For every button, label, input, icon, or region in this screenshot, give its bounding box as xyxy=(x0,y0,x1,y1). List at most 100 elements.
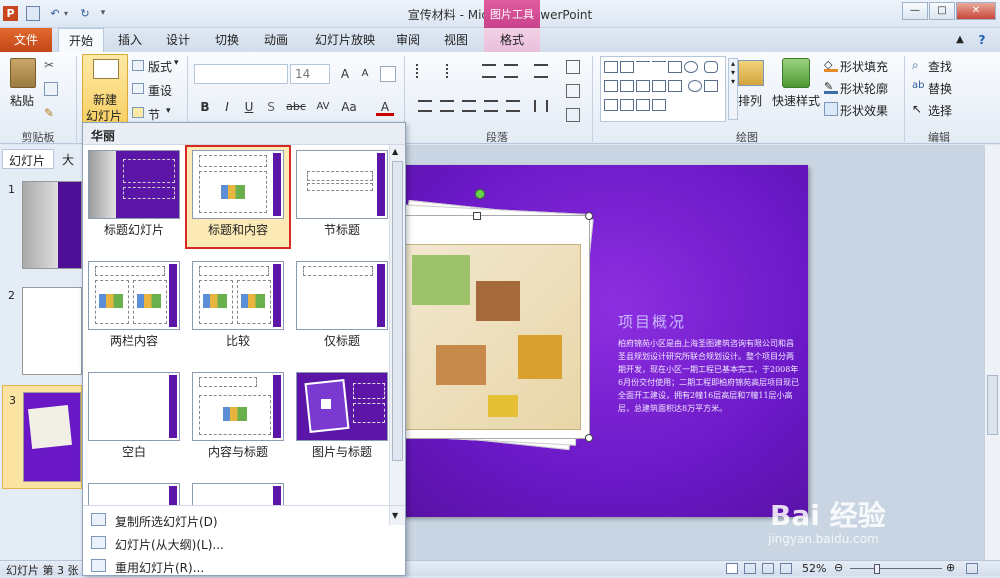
slide-body-text[interactable]: 柏府锦苑小区是由上海圣图建筑咨询有限公司和昌圣县规划设计研究所联合规划设计。整个… xyxy=(618,337,800,415)
reset-button[interactable]: 重设 xyxy=(148,82,172,99)
gallery-scroll-thumb[interactable] xyxy=(392,161,403,461)
fit-to-window-icon[interactable] xyxy=(966,563,978,574)
section-button[interactable]: 节 xyxy=(148,106,160,123)
layout-title-only-thumb[interactable] xyxy=(296,261,388,330)
oval-shape-icon[interactable] xyxy=(684,61,698,73)
find-button[interactable]: 查找 xyxy=(928,58,952,75)
slide-thumbnail-3-selected[interactable]: 3 xyxy=(2,385,82,489)
select-icon[interactable]: ↖ xyxy=(912,102,922,116)
tab-transitions[interactable]: 切换 xyxy=(207,28,247,52)
slides-from-outline-menu-item[interactable]: 幻灯片(从大纲)(L)... xyxy=(83,532,405,554)
tab-review[interactable]: 审阅 xyxy=(388,28,428,52)
rounded-rect-shape-icon[interactable] xyxy=(703,61,718,73)
shape-fill-button[interactable]: 形状填充 xyxy=(840,58,888,75)
font-name-select[interactable] xyxy=(194,64,288,84)
layout-title-slide-thumb[interactable] xyxy=(88,150,180,219)
cut-icon[interactable]: ✂ xyxy=(44,58,58,72)
tab-slideshow[interactable]: 幻灯片放映 xyxy=(305,28,385,52)
bullets-icon[interactable] xyxy=(416,64,430,78)
shape-outline-button[interactable]: 形状轮廓 xyxy=(840,80,888,97)
smartart-icon[interactable] xyxy=(566,108,580,122)
tab-view[interactable]: 视图 xyxy=(436,28,476,52)
vertical-scrollbar[interactable] xyxy=(984,145,1000,560)
minimize-button[interactable]: — xyxy=(902,2,928,20)
normal-view-icon[interactable] xyxy=(726,563,738,574)
curve-shape-icon[interactable] xyxy=(604,99,618,111)
triangle-shape-icon[interactable] xyxy=(604,80,618,92)
quick-styles-button[interactable]: 快速样式 xyxy=(772,92,820,109)
clear-format-icon[interactable] xyxy=(380,66,396,82)
section-dropdown-icon[interactable]: ▾ xyxy=(166,106,171,116)
layout-gallery-scrollbar[interactable]: ▲ ▼ xyxy=(389,145,405,525)
help-icon[interactable]: ? xyxy=(972,28,992,52)
zoom-slider[interactable] xyxy=(850,568,942,569)
scroll-thumb[interactable] xyxy=(987,375,998,435)
align-right-icon[interactable] xyxy=(462,100,476,112)
justify-icon[interactable] xyxy=(484,100,498,112)
elbow-connector-shape-icon[interactable] xyxy=(620,80,634,92)
slideshow-view-icon[interactable] xyxy=(780,563,792,574)
layout-partial-thumb[interactable] xyxy=(192,483,284,505)
change-case-button[interactable]: Aa xyxy=(338,98,360,116)
lightning-shape-icon[interactable] xyxy=(703,80,718,92)
rotate-handle[interactable] xyxy=(475,189,485,199)
slide-sorter-icon[interactable] xyxy=(744,563,756,574)
layout-blank-thumb[interactable] xyxy=(88,372,180,441)
align-center-icon[interactable] xyxy=(440,100,454,112)
brace-shape-icon[interactable] xyxy=(620,99,634,111)
grow-font-button[interactable]: A xyxy=(336,65,354,83)
underline-button[interactable]: U xyxy=(240,98,258,116)
slide-heading[interactable]: 项目概况 xyxy=(618,311,686,332)
copy-icon[interactable] xyxy=(44,82,58,96)
strikethrough-button[interactable]: abc xyxy=(284,98,308,116)
slide-thumbnail-1[interactable] xyxy=(22,181,82,269)
align-left-icon[interactable] xyxy=(418,100,432,112)
tab-file[interactable]: 文件 xyxy=(0,28,52,52)
shape-outline-icon[interactable]: ✎ xyxy=(824,80,838,94)
find-icon[interactable]: ⌕ xyxy=(912,58,919,73)
layout-two-content-thumb[interactable] xyxy=(88,261,180,330)
zoom-out-icon[interactable]: ⊖ xyxy=(834,561,843,574)
layout-partial-thumb[interactable] xyxy=(88,483,180,505)
replace-icon[interactable]: ab xyxy=(912,80,924,91)
shape-effects-button[interactable]: 形状效果 xyxy=(840,102,888,119)
arrow-down-shape-icon[interactable] xyxy=(668,80,682,92)
shapes-gallery[interactable] xyxy=(600,56,726,122)
zoom-slider-thumb[interactable] xyxy=(874,564,880,574)
tab-design[interactable]: 设计 xyxy=(158,28,198,52)
layout-title-content-thumb[interactable] xyxy=(192,150,284,219)
vertical-textbox-shape-icon[interactable] xyxy=(620,61,634,73)
shape-effects-icon[interactable] xyxy=(824,102,838,116)
floorplan-picture[interactable] xyxy=(397,212,593,442)
tab-format[interactable]: 格式 xyxy=(484,28,540,52)
char-spacing-button[interactable]: AV xyxy=(312,98,334,116)
shrink-font-button[interactable]: A xyxy=(356,65,374,83)
current-slide[interactable]: 项目概况 柏府锦苑小区是由上海圣图建筑咨询有限公司和昌圣县规划设计研究所联合规划… xyxy=(378,165,808,517)
tab-home[interactable]: 开始 xyxy=(58,28,104,53)
paste-icon[interactable] xyxy=(10,58,36,88)
collapse-ribbon-icon[interactable]: ▲ xyxy=(950,28,970,52)
curved-connector-shape-icon[interactable] xyxy=(636,80,650,92)
layout-content-caption-thumb[interactable] xyxy=(192,372,284,441)
zoom-level[interactable]: 52% xyxy=(802,562,826,575)
replace-button[interactable]: 替换 xyxy=(928,80,952,97)
layout-dropdown-icon[interactable]: ▾ xyxy=(174,58,179,68)
arrow-line-shape-icon[interactable] xyxy=(652,61,666,73)
bold-button[interactable]: B xyxy=(196,98,214,116)
tab-insert[interactable]: 插入 xyxy=(110,28,150,52)
numbering-icon[interactable] xyxy=(446,64,460,78)
columns-icon[interactable] xyxy=(534,100,548,112)
zoom-in-icon[interactable]: ⊕ xyxy=(946,561,955,574)
duplicate-slides-menu-item[interactable]: 复制所选幻灯片(D) xyxy=(83,509,405,531)
line-shape-icon[interactable] xyxy=(636,61,650,73)
layout-button[interactable]: 版式 xyxy=(148,58,172,75)
resize-handle-bottom-right[interactable] xyxy=(585,434,593,442)
circle-arrow-shape-icon[interactable] xyxy=(687,80,702,92)
layout-comparison-thumb[interactable] xyxy=(192,261,284,330)
close-button[interactable]: ✕ xyxy=(956,2,996,20)
reuse-slides-menu-item[interactable]: 重用幻灯片(R)... xyxy=(83,555,405,577)
slide-thumbnail-2[interactable] xyxy=(22,287,82,375)
arrange-button[interactable]: 排列 xyxy=(738,92,762,109)
resize-handle-top[interactable] xyxy=(473,212,481,220)
tab-animations[interactable]: 动画 xyxy=(256,28,296,52)
